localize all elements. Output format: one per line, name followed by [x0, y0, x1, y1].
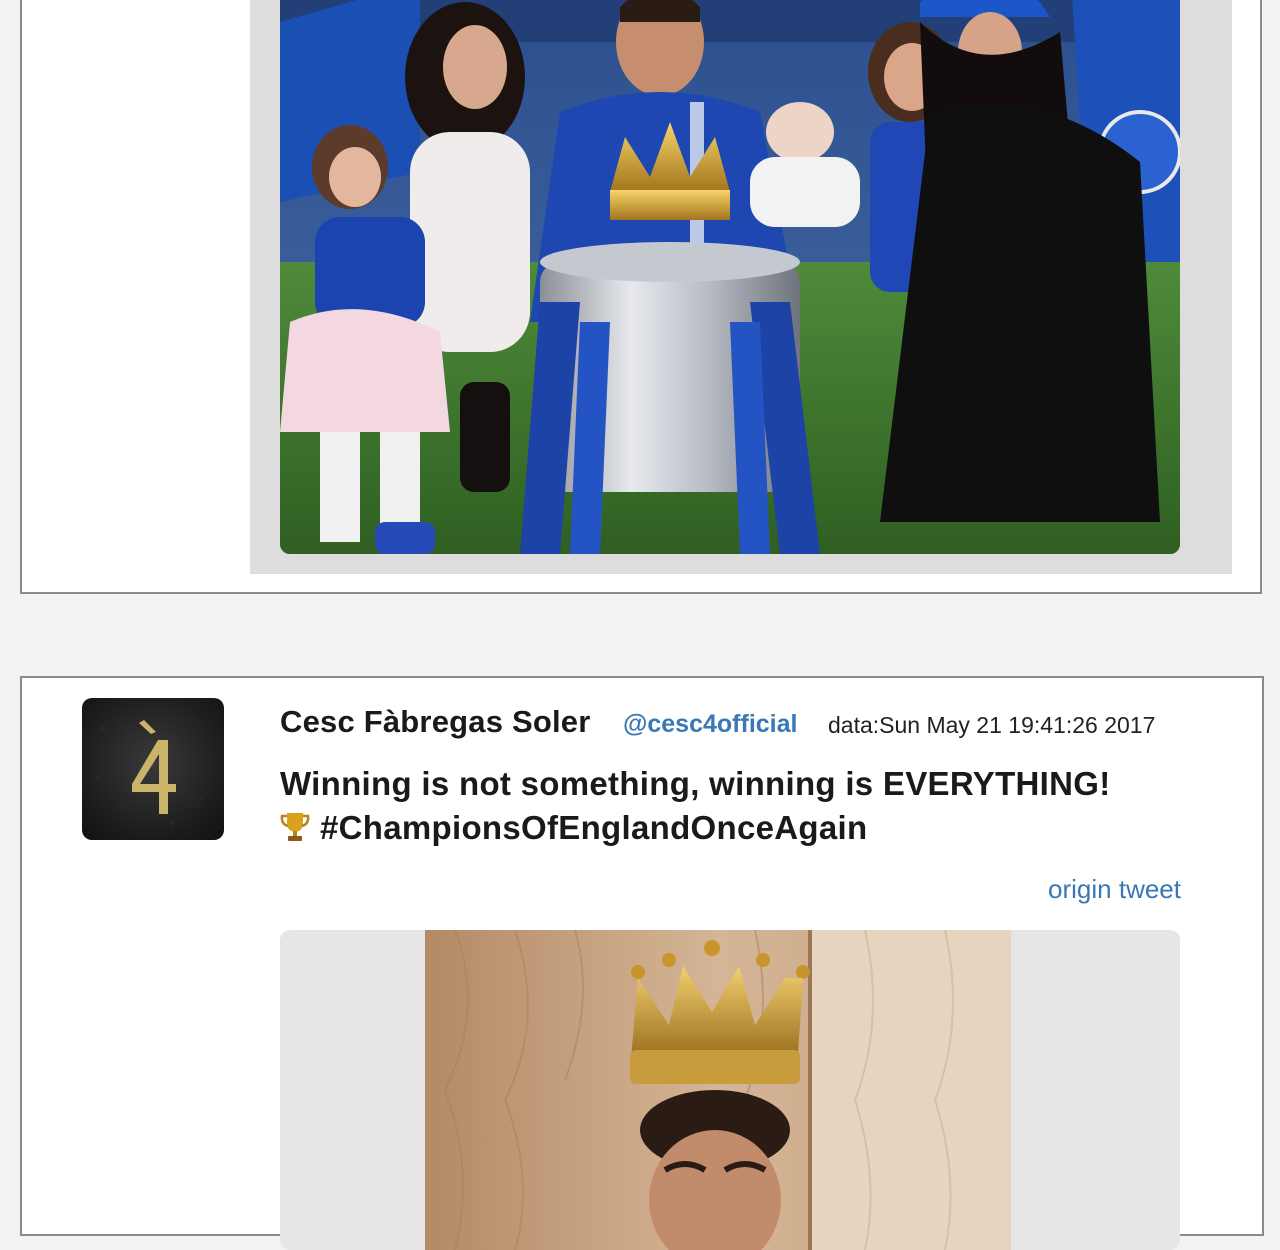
trophy-icon — [280, 810, 310, 854]
user-avatar[interactable] — [82, 698, 224, 840]
tweet-image-family-trophy[interactable] — [280, 0, 1180, 554]
tweet-text: Winning is not something, winning is EVE… — [280, 762, 1200, 854]
tweet-media — [280, 930, 1180, 1250]
user-handle-link[interactable]: @cesc4official — [623, 710, 797, 739]
tweet-card: Cesc Fàbregas Soler @cesc4official data:… — [20, 676, 1264, 1250]
tweet-card-previous — [20, 0, 1262, 594]
tweet-media-frame — [250, 0, 1232, 574]
tweet-timestamp: data:Sun May 21 19:41:26 2017 — [828, 712, 1156, 738]
tweet-header: Cesc Fàbregas Soler @cesc4official data:… — [280, 702, 1180, 742]
tweet-text-line: Winning is not something, winning is EVE… — [280, 765, 1111, 802]
avatar-number-4-icon — [95, 716, 204, 826]
user-name[interactable]: Cesc Fàbregas Soler — [280, 704, 591, 740]
origin-tweet-link[interactable]: origin tweet — [1048, 874, 1181, 905]
tweet-text-line-hashtag: #ChampionsOfEnglandOnceAgain — [280, 806, 1200, 854]
tweet-image-crown[interactable] — [425, 930, 1011, 1250]
hashtag-link[interactable]: #ChampionsOfEnglandOnceAgain — [320, 809, 867, 846]
